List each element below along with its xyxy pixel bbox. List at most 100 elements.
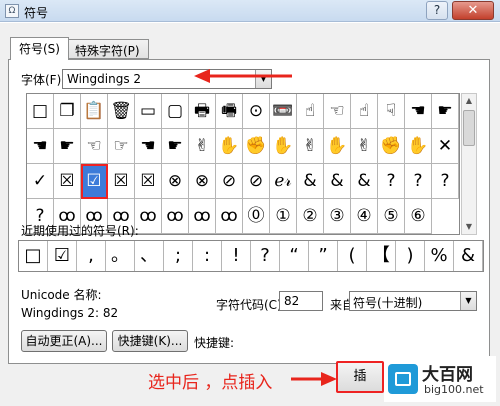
symbol-cell[interactable]: ꝏ [135, 199, 162, 234]
symbol-cell[interactable]: ☝ [351, 94, 378, 129]
annotation-text: 选中后 ，点插入 [148, 373, 273, 393]
close-button[interactable]: ✕ [452, 1, 494, 20]
symbol-cell[interactable]: □ [27, 94, 54, 129]
symbol-cell[interactable]: ③ [324, 199, 351, 234]
symbol-cell[interactable]: 🖶 [189, 94, 216, 129]
recent-symbols[interactable]: □ ☑,。、;:!? “”(【)% & [18, 240, 484, 272]
watermark-logo-icon [388, 364, 418, 394]
symbol-cell[interactable]: ☝ [297, 94, 324, 129]
recent-symbol[interactable]: % [425, 241, 454, 271]
recent-symbol[interactable]: “ [280, 241, 309, 271]
symbol-cell[interactable]: ☚ [405, 94, 432, 129]
symbol-cell[interactable]: & [351, 164, 378, 199]
symbol-cell[interactable]: 🖷 [216, 94, 243, 129]
title-bar: Ω 符号 ? ✕ [0, 0, 500, 22]
shortcut-key-label: 快捷键: [194, 336, 235, 350]
symbol-cell[interactable]: ☒ [135, 164, 162, 199]
symbol-cell[interactable]: ▢ [162, 94, 189, 129]
scroll-thumb[interactable] [463, 110, 475, 146]
symbol-cell[interactable]: & [324, 164, 351, 199]
font-select-value: Wingdings 2 [67, 72, 142, 86]
symbol-cell[interactable]: ☚ [135, 129, 162, 164]
symbol-cell[interactable]: ⊗ [189, 164, 216, 199]
symbol-cell[interactable]: ☚ [27, 129, 54, 164]
symbol-cell[interactable]: ⓪ [243, 199, 270, 234]
recent-symbol[interactable]: ? [251, 241, 280, 271]
recent-symbol[interactable]: 【 [367, 241, 396, 271]
symbol-grid[interactable]: □ ❐ 📋 🗑 ▭ ▢ 🖶 🖷 ⊙ 📼 ☝ ☜ ☝ ☟ ☚ ☛ ☚ ☛ ☜ ☞ ☚ ☛ ✌ ✋ ✊ ✋ ✌ ✋ ✌ ✊ ✋ ✕ ✓ ☒ ☑ ☒ ☒ ⊗ ⊗ ⊘… [26, 93, 460, 235]
symbol-cell[interactable]: 📋 [81, 94, 108, 129]
symbol-cell[interactable]: ℯ𝓇 [270, 164, 297, 199]
symbol-cell[interactable]: ☛ [54, 129, 81, 164]
recent-symbol[interactable]: : [193, 241, 222, 271]
tab-special-characters[interactable]: 特殊字符(P) [66, 39, 149, 59]
unicode-name-label: Unicode 名称: [21, 288, 102, 302]
symbol-cell[interactable]: & [297, 164, 324, 199]
symbol-cell[interactable]: ⑥ [405, 199, 432, 234]
from-select[interactable]: 符号(十进制) ▼ [349, 291, 477, 311]
recent-symbols-label: 近期使用过的符号(R): [21, 224, 139, 238]
symbol-cell[interactable]: ✋ [216, 129, 243, 164]
window-icon: Ω [5, 4, 19, 18]
tab-symbols[interactable]: 符号(S) [10, 37, 69, 60]
symbol-cell[interactable]: ⊗ [162, 164, 189, 199]
help-button[interactable]: ? [426, 1, 448, 20]
symbol-cell[interactable]: ⊙ [243, 94, 270, 129]
scroll-down-icon[interactable]: ▼ [462, 220, 476, 234]
symbol-cell[interactable]: ? [405, 164, 432, 199]
recent-symbol[interactable]: ; [164, 241, 193, 271]
symbol-cell[interactable]: ② [297, 199, 324, 234]
recent-symbol[interactable]: □ [19, 241, 48, 271]
recent-symbol[interactable]: ( [338, 241, 367, 271]
symbol-cell[interactable]: ꝏ [216, 199, 243, 234]
symbol-cell[interactable]: ☒ [54, 164, 81, 199]
symbol-cell[interactable]: ☜ [324, 94, 351, 129]
watermark-url: big100.net [424, 383, 484, 396]
symbol-cell[interactable]: ✊ [378, 129, 405, 164]
insert-button[interactable]: 插 [336, 361, 384, 393]
symbol-cell[interactable]: ☒ [108, 164, 135, 199]
grid-scrollbar[interactable]: ▲ ▼ [461, 93, 477, 235]
symbol-cell[interactable]: ⑤ [378, 199, 405, 234]
recent-symbol[interactable]: ! [222, 241, 251, 271]
chevron-down-icon[interactable]: ▼ [460, 292, 476, 310]
symbol-cell[interactable]: ⊘ [216, 164, 243, 199]
recent-symbol[interactable]: ” [309, 241, 338, 271]
char-code-input[interactable]: 82 [279, 291, 323, 311]
symbol-cell[interactable]: ✌ [189, 129, 216, 164]
symbol-cell[interactable]: ☟ [378, 94, 405, 129]
recent-symbol[interactable]: & [454, 241, 483, 271]
symbol-cell[interactable]: ✕ [432, 129, 459, 164]
symbol-cell[interactable]: ✋ [405, 129, 432, 164]
symbol-cell[interactable]: ꝏ [162, 199, 189, 234]
scroll-up-icon[interactable]: ▲ [462, 94, 476, 108]
symbol-cell[interactable]: ☞ [108, 129, 135, 164]
recent-symbol[interactable]: 。 [106, 241, 135, 271]
symbol-cell[interactable]: ? [432, 164, 459, 199]
shortcut-key-button[interactable]: 快捷键(K)... [112, 330, 188, 352]
symbol-cell[interactable]: ❐ [54, 94, 81, 129]
symbol-cell[interactable]: ✓ [27, 164, 54, 199]
recent-symbol[interactable]: ) [396, 241, 425, 271]
autocorrect-button[interactable]: 自动更正(A)... [21, 330, 107, 352]
symbol-cell[interactable]: ☜ [81, 129, 108, 164]
recent-symbol[interactable]: ☑ [48, 241, 77, 271]
symbol-cell[interactable]: ▭ [135, 94, 162, 129]
symbol-cell[interactable]: ✌ [351, 129, 378, 164]
symbol-cell[interactable]: ① [270, 199, 297, 234]
symbol-cell[interactable]: 📼 [270, 94, 297, 129]
symbol-cell[interactable]: ④ [351, 199, 378, 234]
symbol-cell[interactable]: ☛ [162, 129, 189, 164]
symbol-cell[interactable]: ✊ [243, 129, 270, 164]
symbol-cell[interactable]: ☛ [432, 94, 459, 129]
symbol-cell[interactable]: 🗑 [108, 94, 135, 129]
symbol-cell[interactable]: ⊘ [243, 164, 270, 199]
recent-symbol[interactable]: , [77, 241, 106, 271]
symbol-cell[interactable]: ꝏ [189, 199, 216, 234]
symbol-cell[interactable]: ✋ [324, 129, 351, 164]
symbol-cell[interactable]: ✋ [270, 129, 297, 164]
recent-symbol[interactable]: 、 [135, 241, 164, 271]
symbol-cell[interactable]: ✌ [297, 129, 324, 164]
symbol-cell[interactable]: ? [378, 164, 405, 199]
symbol-cell-selected[interactable]: ☑ [81, 164, 108, 199]
